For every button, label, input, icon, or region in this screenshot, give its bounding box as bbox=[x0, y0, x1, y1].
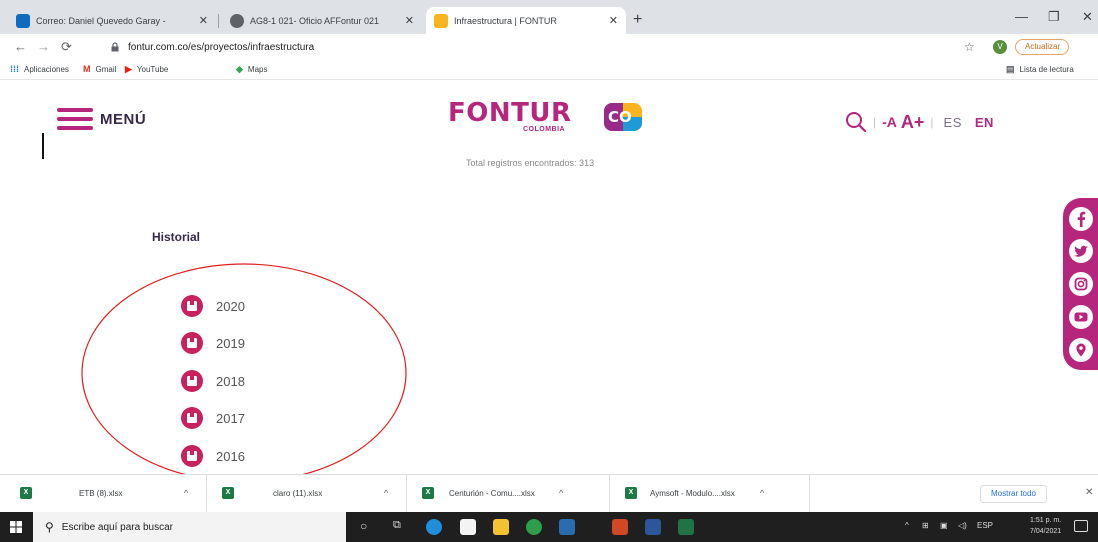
hamburger-icon bbox=[57, 108, 93, 130]
facebook-icon[interactable] bbox=[1068, 206, 1094, 232]
font-decrease-button[interactable]: -A bbox=[882, 114, 897, 130]
excel-file-icon: X bbox=[20, 487, 32, 499]
bookmarks-bar: ⁞⁞⁞ Aplicaciones M Gmail ▶ YouTube ◆ Map… bbox=[0, 60, 1098, 80]
bookmark-apps[interactable]: ⁞⁞⁞ Aplicaciones bbox=[10, 64, 69, 74]
chevron-up-icon[interactable]: ^ bbox=[760, 488, 764, 498]
task-view-icon[interactable]: ⧉ bbox=[393, 519, 401, 532]
update-button[interactable]: Actualizar bbox=[1015, 39, 1070, 55]
display-icon[interactable]: ▣ bbox=[940, 521, 948, 530]
cortana-icon[interactable]: ○ bbox=[360, 519, 367, 533]
word-icon[interactable] bbox=[645, 519, 661, 535]
excel-file-icon: X bbox=[422, 487, 434, 499]
excel-file-icon: X bbox=[625, 487, 637, 499]
windows-taskbar: ⚲ Escribe aquí para buscar ○ ⧉ ^ ⊞ ▣ ◁) … bbox=[0, 512, 1098, 542]
minimize-button[interactable]: — bbox=[1015, 9, 1028, 24]
gmail-icon: M bbox=[83, 64, 91, 74]
accessibility-tools: | -A A+ | ES EN bbox=[845, 111, 994, 133]
chevron-up-icon[interactable]: ^ bbox=[184, 488, 188, 498]
lang-es-link[interactable]: ES bbox=[944, 115, 962, 130]
bookmark-youtube[interactable]: ▶ YouTube bbox=[125, 64, 168, 75]
file-explorer-icon[interactable] bbox=[493, 519, 509, 535]
close-tab-icon[interactable]: ✕ bbox=[609, 14, 618, 27]
back-button[interactable]: ← bbox=[14, 39, 27, 54]
search-icon: ⚲ bbox=[45, 520, 54, 534]
chevron-up-icon[interactable]: ^ bbox=[559, 488, 563, 498]
twitter-icon[interactable] bbox=[1068, 238, 1094, 264]
tab-divider bbox=[218, 14, 219, 28]
windows-start-icon[interactable] bbox=[10, 521, 22, 533]
download-item[interactable]: X Centurión - Comu....xlsx ^ bbox=[407, 475, 610, 513]
history-title: Historial bbox=[152, 230, 201, 244]
logo-subtext: COLOMBIA bbox=[523, 126, 566, 133]
bookmark-star-icon[interactable]: ☆ bbox=[964, 40, 975, 54]
tab-infraestructura[interactable]: Infraestructura | FONTUR ✕ bbox=[426, 7, 626, 34]
location-pin-icon[interactable] bbox=[1068, 337, 1094, 363]
new-tab-button[interactable]: + bbox=[633, 11, 642, 29]
youtube-icon: ▶ bbox=[125, 64, 132, 74]
outlook-icon[interactable] bbox=[559, 519, 575, 535]
browser-tab-strip: Correo: Daniel Quevedo Garay - ✕ AG8-1 0… bbox=[0, 0, 1098, 34]
address-bar[interactable]: fontur.com.co/es/proyectos/infraestructu… bbox=[110, 37, 960, 57]
close-window-button[interactable]: ✕ bbox=[1082, 9, 1093, 25]
notification-icon[interactable] bbox=[1074, 520, 1088, 532]
apps-grid-icon: ⁞⁞⁞ bbox=[10, 64, 19, 74]
restore-button[interactable]: ❐ bbox=[1048, 9, 1060, 25]
volume-icon[interactable]: ◁) bbox=[958, 521, 967, 530]
menu-button[interactable]: MENÚ bbox=[57, 108, 146, 130]
excel-icon[interactable] bbox=[678, 519, 694, 535]
profile-avatar[interactable]: V bbox=[993, 40, 1007, 54]
bookmark-gmail[interactable]: M Gmail bbox=[83, 64, 116, 74]
total-records: Total registros encontrados: 313 bbox=[466, 158, 595, 168]
text-cursor bbox=[42, 133, 44, 159]
store-icon[interactable] bbox=[460, 519, 476, 535]
forward-button[interactable]: → bbox=[37, 39, 50, 54]
outlook-icon bbox=[16, 13, 30, 28]
bookmark-maps[interactable]: ◆ Maps bbox=[236, 64, 267, 75]
social-bar bbox=[1063, 198, 1098, 370]
lang-en-link[interactable]: EN bbox=[975, 115, 994, 130]
tray-chevron-icon[interactable]: ^ bbox=[905, 521, 909, 530]
instagram-icon[interactable] bbox=[1068, 271, 1094, 297]
download-item[interactable]: X claro (11).xlsx ^ bbox=[207, 475, 407, 513]
highlight-ellipse bbox=[81, 263, 407, 483]
taskbar-clock[interactable]: 1:51 p. m. 7/04/2021 bbox=[1030, 515, 1061, 537]
download-shelf: X ETB (8).xlsx ^ X claro (11).xlsx ^ X C… bbox=[0, 474, 1098, 513]
tab-correo[interactable]: Correo: Daniel Quevedo Garay - ✕ bbox=[8, 7, 216, 34]
globe-icon bbox=[230, 13, 244, 28]
input-language[interactable]: ESP bbox=[977, 521, 993, 530]
close-shelf-icon[interactable]: ✕ bbox=[1085, 487, 1093, 498]
divider: | bbox=[873, 115, 877, 129]
show-all-button[interactable]: Mostrar todo bbox=[980, 485, 1047, 503]
youtube-icon[interactable] bbox=[1068, 304, 1094, 330]
lock-icon bbox=[111, 42, 119, 52]
close-tab-icon[interactable]: ✕ bbox=[199, 14, 208, 27]
search-icon[interactable] bbox=[845, 111, 867, 133]
download-item[interactable]: X Aymsoft - Modulo....xlsx ^ bbox=[610, 475, 810, 513]
close-tab-icon[interactable]: ✕ bbox=[405, 14, 414, 27]
reload-button[interactable]: ⟳ bbox=[61, 39, 72, 55]
chrome-icon[interactable] bbox=[526, 519, 542, 535]
colombia-badge: CO bbox=[604, 103, 642, 131]
edge-icon[interactable] bbox=[426, 519, 442, 535]
reading-list-button[interactable]: ▤ Lista de lectura bbox=[1006, 64, 1074, 75]
taskbar-search[interactable]: ⚲ Escribe aquí para buscar bbox=[33, 512, 346, 542]
divider: | bbox=[930, 115, 934, 129]
screen: Correo: Daniel Quevedo Garay - ✕ AG8-1 0… bbox=[0, 0, 1098, 542]
tab-oficio[interactable]: AG8-1 021- Oficio AFFontur 021 ✕ bbox=[222, 7, 422, 34]
reading-list-icon: ▤ bbox=[1006, 64, 1015, 74]
powerpoint-icon[interactable] bbox=[612, 519, 628, 535]
url-text: fontur.com.co/es/proyectos/infraestructu… bbox=[128, 41, 315, 53]
fontur-logo[interactable]: FONTUR COLOMBIA CO bbox=[448, 98, 642, 140]
network-icon[interactable]: ⊞ bbox=[922, 521, 929, 530]
download-item[interactable]: X ETB (8).xlsx ^ bbox=[0, 475, 207, 513]
fontur-favicon-icon bbox=[434, 13, 448, 28]
excel-file-icon: X bbox=[222, 487, 234, 499]
menu-label: MENÚ bbox=[100, 110, 147, 128]
font-increase-button[interactable]: A+ bbox=[901, 112, 925, 133]
chevron-up-icon[interactable]: ^ bbox=[384, 488, 388, 498]
maps-icon: ◆ bbox=[236, 64, 243, 74]
logo-wordmark: FONTUR bbox=[448, 98, 572, 128]
browser-toolbar: ← → ⟳ fontur.com.co/es/proyectos/infraes… bbox=[0, 34, 1098, 60]
